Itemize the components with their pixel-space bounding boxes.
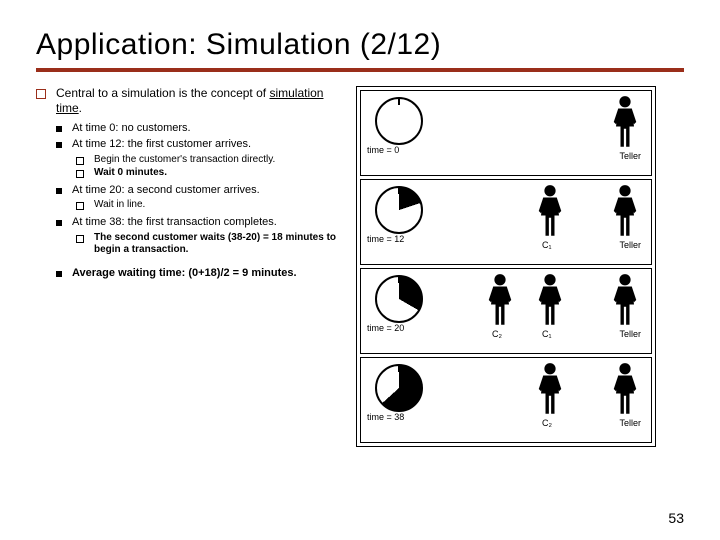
bullet-l2-icon — [56, 126, 62, 132]
teller-label: Teller — [619, 151, 641, 161]
bullet-l3-icon — [76, 157, 84, 165]
bullet-l3-icon — [76, 170, 84, 178]
bullet-text: At time 12: the first customer arrives. — [72, 138, 346, 152]
bullet-l1-icon — [36, 89, 46, 99]
time-label: time = 0 — [367, 145, 399, 155]
panel: time = 0 Teller — [360, 90, 652, 176]
panel-stack: time = 0Tellertime = 12C₁Tellertime = 20… — [356, 86, 656, 447]
time-label: time = 20 — [367, 323, 404, 333]
bullet-l3-icon — [76, 235, 84, 243]
bullet-text: At time 20: a second customer arrives. — [72, 184, 346, 198]
clock-icon — [375, 275, 423, 323]
subbullet-text: The second customer waits (38-20) = 18 m… — [94, 232, 346, 257]
customer-label: C₁ — [542, 329, 552, 339]
bullet-l2-icon — [56, 188, 62, 194]
bullet-l2-icon — [56, 220, 62, 226]
subbullet-text: Wait in line. — [94, 199, 346, 212]
customer-icon — [486, 273, 514, 327]
teller-label: Teller — [619, 329, 641, 339]
subbullet-text: Wait 0 minutes. — [94, 167, 346, 180]
teller-icon — [611, 273, 639, 327]
bullet-l3-icon — [76, 202, 84, 210]
panel: time = 12 C₁ Teller — [360, 179, 652, 265]
clock-icon — [375, 97, 423, 145]
subbullet-text: Begin the customer's transaction directl… — [94, 154, 346, 167]
customer-label: C₁ — [542, 240, 552, 250]
customer-label: C₂ — [492, 329, 502, 339]
panel: time = 20 C₂ C₁ Teller — [360, 268, 652, 354]
panel: time = 38 C₂ Teller — [360, 357, 652, 443]
bullet-text: At time 0: no customers. — [72, 122, 346, 136]
intro-suffix: . — [79, 101, 82, 115]
teller-icon — [611, 362, 639, 416]
title-underline — [36, 68, 684, 72]
time-label: time = 38 — [367, 412, 404, 422]
bullet-text: At time 38: the first transaction comple… — [72, 216, 346, 230]
clock-icon — [375, 186, 423, 234]
slide-title: Application: Simulation (2/12) — [36, 28, 684, 62]
time-label: time = 12 — [367, 234, 404, 244]
intro-prefix: Central to a simulation is the concept o… — [56, 86, 269, 100]
bullet-l2-icon — [56, 142, 62, 148]
intro-text: Central to a simulation is the concept o… — [56, 86, 346, 116]
customer-icon — [536, 184, 564, 238]
teller-icon — [611, 184, 639, 238]
teller-label: Teller — [619, 240, 641, 250]
customer-label: C₂ — [542, 418, 552, 428]
teller-icon — [611, 95, 639, 149]
clock-icon — [375, 364, 423, 412]
customer-icon — [536, 362, 564, 416]
figure-column: time = 0Tellertime = 12C₁Tellertime = 20… — [356, 86, 656, 447]
text-column: Central to a simulation is the concept o… — [36, 86, 346, 447]
page-number: 53 — [668, 510, 684, 526]
teller-label: Teller — [619, 418, 641, 428]
customer-icon — [536, 273, 564, 327]
bullet-l2-icon — [56, 271, 62, 277]
avg-line: Average waiting time: (0+18)/2 = 9 minut… — [72, 267, 346, 281]
